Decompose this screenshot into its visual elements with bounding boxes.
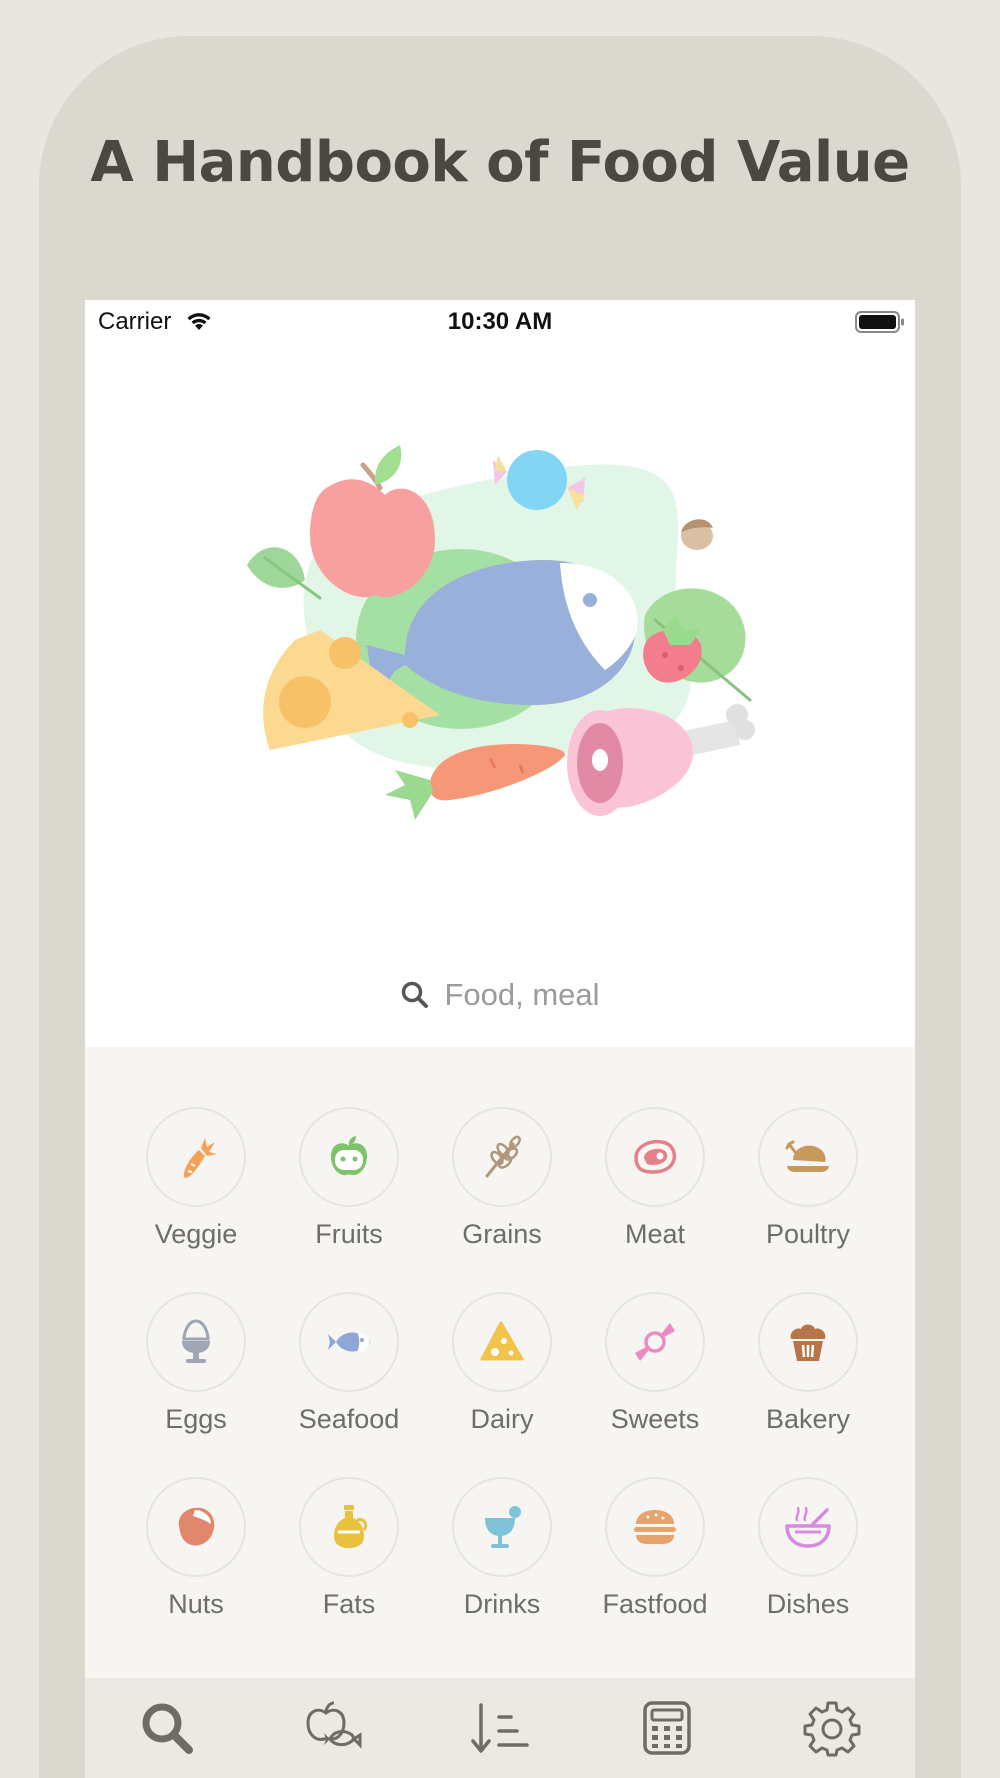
category-label: Seafood	[298, 1404, 400, 1434]
category-label: Drinks	[463, 1589, 541, 1619]
category-circle[interactable]	[146, 1292, 246, 1392]
apple-icon	[330, 1136, 368, 1176]
burger-icon	[634, 1510, 676, 1544]
tab-search[interactable]	[137, 1698, 197, 1758]
category-bakery[interactable]: Bakery	[733, 1292, 883, 1462]
category-circle[interactable]	[299, 1107, 399, 1207]
wheat-icon	[485, 1135, 521, 1178]
category-drinks[interactable]: Drinks	[427, 1477, 577, 1647]
steak-icon	[634, 1139, 676, 1174]
oil-bottle-icon	[334, 1505, 368, 1548]
phone-screen: Carrier 10:30 AM Food, meal Veggie Fruit…	[85, 300, 915, 1778]
chicken-icon	[785, 1140, 829, 1172]
category-label: Meat	[624, 1219, 686, 1249]
food-illustration	[247, 445, 755, 820]
category-circle[interactable]	[146, 1107, 246, 1207]
category-label: Eggs	[165, 1404, 227, 1434]
category-veggie[interactable]: Veggie	[121, 1107, 271, 1277]
category-label: Bakery	[765, 1404, 851, 1434]
page-headline: A Handbook of Food Value	[90, 130, 910, 195]
category-fats[interactable]: Fats	[274, 1477, 424, 1647]
fish-icon	[328, 1332, 370, 1352]
category-label: Nuts	[168, 1589, 224, 1619]
category-label: Fruits	[315, 1219, 383, 1249]
tab-bar	[85, 1678, 915, 1778]
category-circle[interactable]	[758, 1107, 858, 1207]
category-fruits[interactable]: Fruits	[274, 1107, 424, 1277]
search-icon	[142, 1703, 193, 1754]
tab-settings[interactable]	[802, 1698, 862, 1758]
category-meat[interactable]: Meat	[580, 1107, 730, 1277]
calculator-icon	[643, 1701, 691, 1755]
search-icon	[402, 981, 429, 1008]
category-nuts[interactable]: Nuts	[121, 1477, 271, 1647]
status-time: 10:30 AM	[447, 308, 553, 335]
category-circle[interactable]	[758, 1477, 858, 1577]
status-bar: Carrier 10:30 AM	[85, 300, 915, 344]
category-seafood[interactable]: Seafood	[274, 1292, 424, 1462]
category-label: Grains	[462, 1219, 542, 1249]
category-grid: Veggie Fruits Grains Meat Poultry Eggs S…	[85, 1047, 915, 1678]
tab-food-diary[interactable]	[303, 1698, 363, 1758]
category-label: Fats	[322, 1589, 376, 1619]
battery-icon	[855, 311, 904, 333]
muffin-icon	[790, 1324, 826, 1361]
food-diary-icon	[306, 1701, 362, 1749]
category-label: Poultry	[765, 1219, 851, 1249]
category-circle[interactable]	[299, 1292, 399, 1392]
sort-list-icon	[471, 1703, 529, 1753]
category-label: Sweets	[610, 1404, 700, 1434]
cocktail-icon	[485, 1506, 521, 1548]
category-circle[interactable]	[452, 1292, 552, 1392]
tab-sort[interactable]	[470, 1698, 530, 1758]
category-circle[interactable]	[605, 1477, 705, 1577]
category-dishes[interactable]: Dishes	[733, 1477, 883, 1647]
hazelnut-icon	[178, 1507, 215, 1546]
soup-bowl-icon	[785, 1506, 831, 1548]
cheese-icon	[480, 1321, 524, 1361]
category-circle[interactable]	[605, 1292, 705, 1392]
candy-icon	[635, 1323, 675, 1361]
category-circle[interactable]	[605, 1107, 705, 1207]
category-label: Dishes	[766, 1589, 850, 1619]
search-input[interactable]: Food, meal	[444, 977, 599, 1013]
tab-calculator[interactable]	[637, 1698, 697, 1758]
category-circle[interactable]	[452, 1477, 552, 1577]
category-fastfood[interactable]: Fastfood	[580, 1477, 730, 1647]
category-circle[interactable]	[299, 1477, 399, 1577]
category-circle[interactable]	[146, 1477, 246, 1577]
category-circle[interactable]	[452, 1107, 552, 1207]
carrot-icon	[183, 1138, 217, 1178]
category-label: Veggie	[154, 1219, 238, 1249]
category-label: Dairy	[470, 1404, 534, 1434]
category-sweets[interactable]: Sweets	[580, 1292, 730, 1462]
category-label: Fastfood	[602, 1589, 708, 1619]
category-eggs[interactable]: Eggs	[121, 1292, 271, 1462]
category-dairy[interactable]: Dairy	[427, 1292, 577, 1462]
category-grains[interactable]: Grains	[427, 1107, 577, 1277]
search-bar[interactable]: Food, meal	[85, 970, 915, 1020]
egg-cup-icon	[182, 1319, 210, 1363]
gear-icon	[803, 1701, 861, 1757]
category-poultry[interactable]: Poultry	[733, 1107, 883, 1277]
category-circle[interactable]	[758, 1292, 858, 1392]
